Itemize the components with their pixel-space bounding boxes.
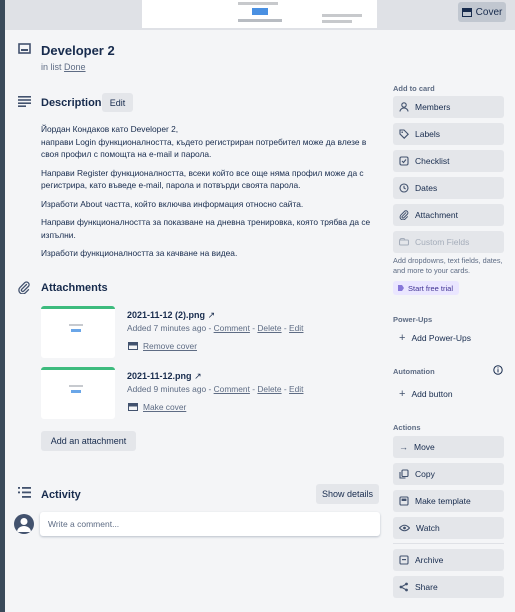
attachment-name[interactable]: 2021-11-12 (2).png ↗ <box>127 310 215 321</box>
members-button[interactable]: Members <box>393 96 504 118</box>
info-icon[interactable] <box>493 365 503 375</box>
description-paragraph: Направи функционалността за показване на… <box>41 217 371 240</box>
copy-icon <box>399 469 409 479</box>
description-paragraph: Йордан Кондаков като Developer 2, направи… <box>41 124 367 159</box>
custom-fields-icon <box>399 237 409 246</box>
attachment-thumbnail[interactable] <box>41 306 115 358</box>
description-icon <box>18 96 31 107</box>
add-powerups-button[interactable]: + Add Power-Ups <box>393 328 504 348</box>
cover-button-label: Cover <box>475 6 503 18</box>
arrow-right-icon: → <box>399 442 408 452</box>
list-link[interactable]: Done <box>64 62 86 72</box>
description-paragraph: Изработи About частта, който включва инф… <box>41 198 304 209</box>
remove-cover-link[interactable]: Remove cover <box>128 341 197 351</box>
attachment-comment-link[interactable]: Comment <box>214 323 250 333</box>
cover-icon <box>128 403 138 411</box>
description-text[interactable]: Йордан Кондаков като Developer 2, направи… <box>41 123 376 266</box>
start-free-trial-button[interactable]: Start free trial <box>393 281 459 295</box>
sidebar-divider <box>393 543 504 544</box>
automation-label: Automation <box>393 367 435 376</box>
attachment-comment-link[interactable]: Comment <box>214 384 250 394</box>
custom-fields-button[interactable]: Custom Fields <box>393 231 504 253</box>
add-attachment-button[interactable]: Add an attachment <box>41 431 136 451</box>
share-button[interactable]: Share <box>393 576 504 598</box>
attachments-title: Attachments <box>41 282 108 294</box>
attachment-name[interactable]: 2021-11-12.png ↗ <box>127 371 202 382</box>
share-icon <box>399 582 408 592</box>
person-icon <box>17 518 31 532</box>
checklist-button[interactable]: Checklist <box>393 150 504 172</box>
list-info: in list Done <box>41 62 86 72</box>
powerups-label: Power-Ups <box>393 315 433 324</box>
description-title: Description <box>41 97 102 109</box>
person-icon <box>399 102 409 112</box>
attachment-button[interactable]: Attachment <box>393 204 504 226</box>
copy-button[interactable]: Copy <box>393 463 504 485</box>
plus-icon: + <box>399 332 406 344</box>
template-icon <box>399 496 409 506</box>
cover-icon <box>461 7 472 17</box>
cover-image <box>142 0 377 28</box>
external-link-icon: ↗ <box>194 371 202 381</box>
add-button-button[interactable]: + Add button <box>393 384 504 404</box>
attachment-meta: Added 7 minutes ago - Comment - Delete -… <box>127 323 304 333</box>
eye-icon <box>399 524 410 532</box>
description-edit-button[interactable]: Edit <box>102 93 133 112</box>
activity-title: Activity <box>41 489 81 501</box>
paperclip-icon <box>18 281 30 294</box>
make-template-button[interactable]: Make template <box>393 490 504 512</box>
plus-icon: + <box>399 388 406 400</box>
external-link-icon: ↗ <box>207 310 216 320</box>
make-cover-link[interactable]: Make cover <box>128 402 186 412</box>
list-prefix: in list <box>41 62 62 72</box>
card-icon <box>18 43 31 54</box>
card-cover[interactable] <box>5 0 515 30</box>
attachment-delete-link[interactable]: Delete <box>257 384 281 394</box>
attachment-meta: Added 9 minutes ago - Comment - Delete -… <box>127 384 304 394</box>
comment-input[interactable]: Write a comment... <box>40 512 380 536</box>
watch-button[interactable]: Watch <box>393 517 504 539</box>
cover-icon <box>128 342 138 350</box>
trial-icon <box>398 285 404 291</box>
add-to-card-label: Add to card <box>393 84 435 93</box>
card-title[interactable]: Developer 2 <box>41 43 115 58</box>
activity-icon <box>18 487 31 498</box>
description-paragraph: Направи Register функционалността, всеки… <box>41 167 364 191</box>
description-paragraph: Изработи функционалността за качване на … <box>41 248 238 258</box>
archive-button[interactable]: Archive <box>393 549 504 571</box>
actions-label: Actions <box>393 423 421 432</box>
attachment-thumbnail[interactable] <box>41 367 115 419</box>
attachment-edit-link[interactable]: Edit <box>289 323 303 333</box>
show-details-button[interactable]: Show details <box>316 484 379 504</box>
avatar[interactable] <box>14 514 34 534</box>
labels-button[interactable]: Labels <box>393 123 504 145</box>
tag-icon <box>399 129 409 139</box>
card-detail-modal: Cover Developer 2 in list Done Descripti… <box>5 0 515 612</box>
archive-icon <box>399 555 409 565</box>
cover-button[interactable]: Cover <box>458 2 506 22</box>
attachment-delete-link[interactable]: Delete <box>257 323 281 333</box>
clock-icon <box>399 183 409 193</box>
dates-button[interactable]: Dates <box>393 177 504 199</box>
custom-fields-note: Add dropdowns, text fields, dates, and m… <box>393 256 503 275</box>
move-button[interactable]: → Move <box>393 436 504 458</box>
checkbox-icon <box>399 156 409 166</box>
attachment-edit-link[interactable]: Edit <box>289 384 303 394</box>
paperclip-icon <box>399 210 409 220</box>
